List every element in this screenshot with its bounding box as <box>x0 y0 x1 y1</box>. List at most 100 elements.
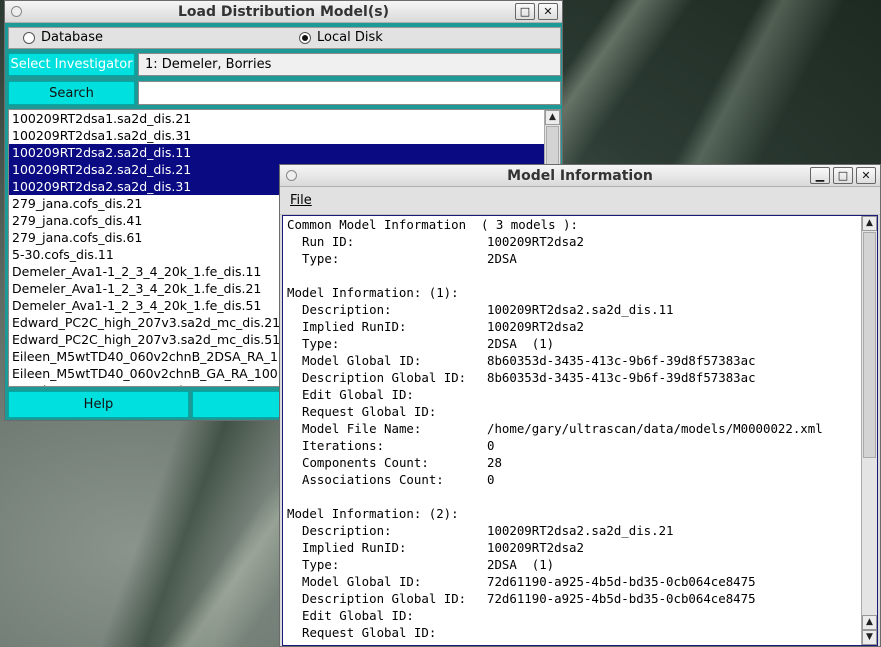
info-line: Model Information: (1): <box>283 284 877 301</box>
info-line: Edit Global ID: <box>283 386 877 403</box>
scroll-up-icon[interactable]: ▲ <box>862 216 877 231</box>
info-value: 100209RT2dsa2 <box>487 319 584 334</box>
info-key: Model File Name: <box>302 421 422 436</box>
info-key: Model Global ID: <box>302 353 422 368</box>
maximize-button[interactable]: □ <box>515 3 535 20</box>
close-button[interactable]: ✕ <box>856 167 876 184</box>
info-key: Model Information: (1): <box>287 285 459 300</box>
model-information-window: Model Information ▁ □ ✕ File Common Mode… <box>279 164 881 647</box>
info-value: 100209RT2dsa2.sa2d_dis.11 <box>487 302 674 317</box>
list-item[interactable]: 100209RT2dsa1.sa2d_dis.31 <box>9 127 560 144</box>
info-value: /home/gary/ultrascan/data/models/M000002… <box>487 421 823 436</box>
local-disk-radio-icon[interactable] <box>299 31 311 44</box>
local-disk-radio[interactable]: Local Disk <box>299 30 383 45</box>
info-line: Implied RunID: 100209RT2dsa2 <box>283 318 877 335</box>
window-menu-icon[interactable] <box>11 6 22 17</box>
search-input[interactable] <box>138 81 561 105</box>
info-line: Run ID: 100209RT2dsa2 <box>283 233 877 250</box>
minimize-button[interactable]: ▁ <box>810 167 830 184</box>
info-line: Description Global ID: 8b60353d-3435-413c… <box>283 369 877 386</box>
investigator-field: 1: Demeler, Borries <box>138 53 561 76</box>
info-line: Type: 2DSA (1) <box>283 556 877 573</box>
info-value: 100209RT2dsa2 <box>487 540 584 555</box>
info-key: Type: <box>302 336 340 351</box>
info-key: Model Information: (2): <box>287 506 459 521</box>
info-value: 0 <box>487 438 495 453</box>
scroll-thumb[interactable] <box>863 232 876 458</box>
info-line: Request Global ID: <box>283 403 877 420</box>
search-button[interactable]: Search <box>8 81 135 105</box>
info-value: 2DSA (1) <box>487 557 555 572</box>
file-menu[interactable]: File <box>290 193 312 208</box>
scroll-down-icon[interactable]: ▼ <box>862 630 877 645</box>
menubar: File <box>280 187 880 215</box>
info-key: Iterations: <box>302 438 385 453</box>
info-key: Common Model Information <box>287 217 467 232</box>
info-line: Description Global ID: 72d61190-a925-4b5d… <box>283 590 877 607</box>
info-value: 72d61190-a925-4b5d-bd35-0cb064ce8475 <box>487 574 756 589</box>
info-key: Edit Global ID: <box>302 608 414 623</box>
info-line: Model Global ID: 8b60353d-3435-413c-9b6f-… <box>283 352 877 369</box>
info-line: Edit Global ID: <box>283 607 877 624</box>
info-window-titlebar[interactable]: Model Information ▁ □ ✕ <box>280 165 880 187</box>
database-radio-icon[interactable] <box>23 31 35 44</box>
info-line: Associations Count: 0 <box>283 471 877 488</box>
model-info-scrollbar[interactable]: ▲ ▲ ▼ <box>861 216 877 645</box>
window-menu-icon[interactable] <box>286 170 297 181</box>
info-key: Components Count: <box>302 455 429 470</box>
info-key: Edit Global ID: <box>302 387 414 402</box>
info-value: 8b60353d-3435-413c-9b6f-39d8f57383ac <box>487 370 756 385</box>
info-line <box>283 488 877 505</box>
list-item[interactable]: 100209RT2dsa1.sa2d_dis.21 <box>9 110 560 127</box>
load-window-title: Load Distribution Model(s) <box>178 3 389 20</box>
info-key: Implied RunID: <box>302 319 407 334</box>
model-info-text[interactable]: Common Model Information ( 3 models ): Ru… <box>282 215 878 646</box>
list-item[interactable]: 100209RT2dsa2.sa2d_dis.11 <box>9 144 560 161</box>
info-key: Model Global ID: <box>302 574 422 589</box>
scroll-up-icon[interactable]: ▲ <box>545 110 560 125</box>
file-menu-label: File <box>290 193 312 208</box>
info-line: Model Global ID: 72d61190-a925-4b5d-bd35-… <box>283 573 877 590</box>
database-radio[interactable]: Database <box>23 30 103 45</box>
info-value: 100209RT2dsa2.sa2d_dis.21 <box>487 523 674 538</box>
info-key: Description Global ID: <box>302 591 467 606</box>
info-line: Type: 2DSA <box>283 250 877 267</box>
maximize-button[interactable]: □ <box>833 167 853 184</box>
info-line: Request Global ID: <box>283 624 877 641</box>
local-disk-radio-label: Local Disk <box>317 30 383 45</box>
close-button[interactable]: ✕ <box>538 3 558 20</box>
info-key: Request Global ID: <box>302 625 437 640</box>
select-investigator-button[interactable]: Select Investigator <box>8 53 135 76</box>
info-line <box>283 267 877 284</box>
info-key: Implied RunID: <box>302 540 407 555</box>
info-line: Description: 100209RT2dsa2.sa2d_dis.11 <box>283 301 877 318</box>
info-value: ( 3 models ): <box>466 217 578 232</box>
source-radio-group: Database Local Disk <box>8 27 561 49</box>
info-line: Description: 100209RT2dsa2.sa2d_dis.21 <box>283 522 877 539</box>
info-line: Common Model Information ( 3 models ): <box>283 216 877 233</box>
info-line: Implied RunID: 100209RT2dsa2 <box>283 539 877 556</box>
info-value: 8b60353d-3435-413c-9b6f-39d8f57383ac <box>487 353 756 368</box>
info-key: Type: <box>302 251 340 266</box>
info-key: Description Global ID: <box>302 370 467 385</box>
scroll-up-icon[interactable]: ▲ <box>862 615 877 630</box>
model-info-lines: Common Model Information ( 3 models ): Ru… <box>283 216 877 641</box>
info-line: Model Information: (2): <box>283 505 877 522</box>
info-value: 100209RT2dsa2 <box>487 234 584 249</box>
info-line: Iterations: 0 <box>283 437 877 454</box>
info-key: Associations Count: <box>302 472 444 487</box>
database-radio-label: Database <box>41 30 104 45</box>
info-value: 28 <box>487 455 502 470</box>
load-window-titlebar[interactable]: Load Distribution Model(s) □ ✕ <box>5 1 562 23</box>
info-key: Request Global ID: <box>302 404 437 419</box>
info-key: Description: <box>302 302 392 317</box>
info-line: Model File Name: /home/gary/ultrascan/dat… <box>283 420 877 437</box>
info-value: 72d61190-a925-4b5d-bd35-0cb064ce8475 <box>487 591 756 606</box>
info-key: Run ID: <box>302 234 355 249</box>
info-value: 0 <box>487 472 495 487</box>
info-line: Type: 2DSA (1) <box>283 335 877 352</box>
info-window-title: Model Information <box>507 167 653 184</box>
info-key: Type: <box>302 557 340 572</box>
help-button[interactable]: Help <box>8 391 189 418</box>
info-line: Components Count: 28 <box>283 454 877 471</box>
